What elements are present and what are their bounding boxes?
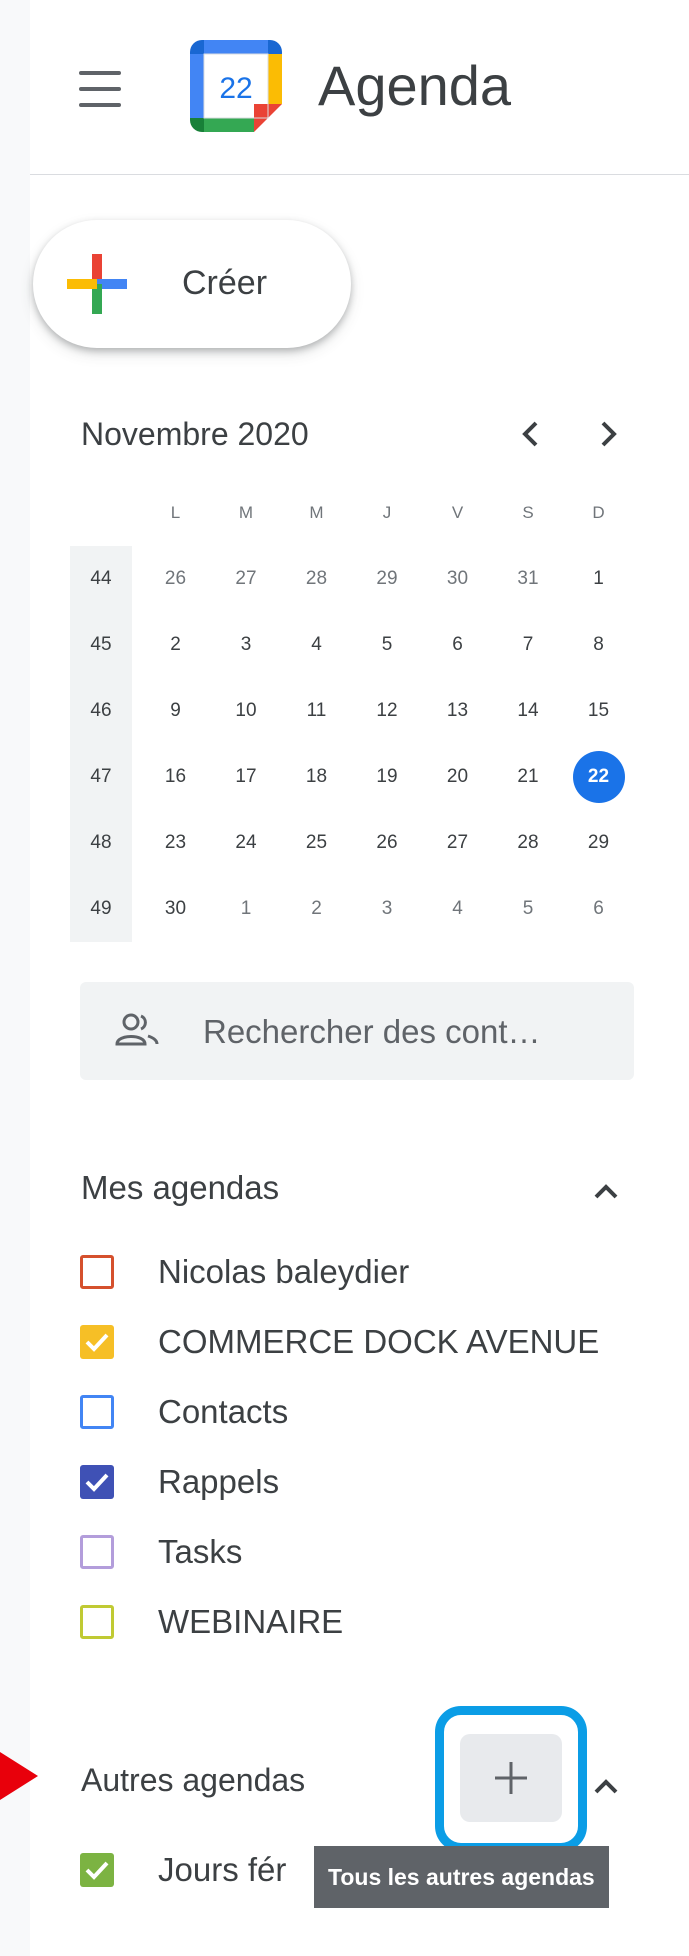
calendar-day[interactable]: 26 — [354, 810, 420, 876]
calendar-day[interactable]: 30 — [143, 876, 209, 942]
calendar-day[interactable]: 29 — [354, 546, 420, 612]
calendar-name: Tasks — [158, 1533, 243, 1570]
calendar-day[interactable]: 9 — [143, 678, 209, 744]
checkbox-checked-icon[interactable] — [80, 1465, 114, 1499]
calendar-day[interactable]: 28 — [284, 546, 350, 612]
collapse-chevron-up-icon[interactable] — [582, 1762, 630, 1810]
previous-month-chevron-icon[interactable] — [503, 406, 559, 462]
checkbox-unchecked-icon[interactable] — [80, 1605, 114, 1639]
weekday-header: V — [451, 503, 464, 522]
calendar-day[interactable]: 3 — [213, 612, 279, 678]
calendar-name: Rappels — [158, 1463, 280, 1500]
checkbox-unchecked-icon[interactable] — [80, 1255, 114, 1289]
week-number[interactable]: 48 — [70, 810, 132, 876]
calendar-name: Nicolas baleydier — [158, 1253, 410, 1290]
weekday-header: S — [522, 503, 534, 522]
multicolor-plus-icon — [67, 254, 127, 314]
weekday-header: M — [238, 503, 254, 522]
calendar-list-item[interactable]: Tasks — [80, 1527, 640, 1585]
calendar-day[interactable]: 20 — [425, 744, 491, 810]
calendar-logo-icon: 22 — [190, 40, 282, 132]
calendar-day[interactable]: 27 — [213, 546, 279, 612]
app-title: Agenda — [318, 54, 512, 117]
collapse-chevron-up-icon[interactable] — [582, 1167, 630, 1215]
my-calendars-heading: Mes agendas — [81, 1169, 280, 1206]
calendar-day[interactable]: 27 — [425, 810, 491, 876]
calendar-day[interactable]: 1 — [566, 546, 632, 612]
calendar-day[interactable]: 18 — [284, 744, 350, 810]
calendar-name: Jours fér — [158, 1851, 287, 1888]
calendar-day[interactable]: 16 — [143, 744, 209, 810]
calendar-list-item[interactable]: Rappels — [80, 1457, 640, 1515]
calendar-day[interactable]: 6 — [566, 876, 632, 942]
calendar-day[interactable]: 4 — [425, 876, 491, 942]
calendar-day[interactable]: 6 — [425, 612, 491, 678]
red-arrow-annotation-icon — [0, 1746, 42, 1806]
calendar-list-item[interactable]: WEBINAIRE — [80, 1597, 640, 1655]
contact-search-placeholder: Rechercher des cont… — [203, 1013, 541, 1050]
weekday-header: M — [309, 503, 324, 522]
mini-calendar-month-label: Novembre 2020 — [81, 416, 309, 452]
calendar-day[interactable]: 5 — [354, 612, 420, 678]
calendar-day[interactable]: 30 — [425, 546, 491, 612]
left-margin-strip — [0, 0, 30, 1956]
calendar-day[interactable]: 5 — [495, 876, 561, 942]
calendar-day[interactable]: 8 — [566, 612, 632, 678]
calendar-day[interactable]: 17 — [213, 744, 279, 810]
calendar-day[interactable]: 31 — [495, 546, 561, 612]
calendar-day[interactable]: 28 — [495, 810, 561, 876]
calendar-name: COMMERCE DOCK AVENUE — [158, 1323, 600, 1360]
calendar-list-item[interactable]: COMMERCE DOCK AVENUE — [80, 1317, 640, 1375]
calendar-day[interactable]: 3 — [354, 876, 420, 942]
checkbox-unchecked-icon[interactable] — [80, 1535, 114, 1569]
add-calendar-tooltip: Tous les autres agendas — [314, 1846, 609, 1908]
calendar-day[interactable]: 26 — [143, 546, 209, 612]
calendar-day[interactable]: 25 — [284, 810, 350, 876]
calendar-day[interactable]: 1 — [213, 876, 279, 942]
calendar-day[interactable]: 4 — [284, 612, 350, 678]
calendar-day[interactable]: 21 — [495, 744, 561, 810]
calendar-day[interactable]: 11 — [284, 678, 350, 744]
calendar-day-today[interactable]: 22 — [566, 744, 632, 810]
checkbox-checked-icon[interactable] — [80, 1325, 114, 1359]
people-icon — [115, 1013, 159, 1046]
calendar-name: WEBINAIRE — [158, 1603, 344, 1640]
week-number[interactable]: 45 — [70, 612, 132, 678]
checkbox-checked-icon[interactable] — [80, 1853, 114, 1887]
calendar-day[interactable]: 10 — [213, 678, 279, 744]
calendar-name: Contacts — [158, 1393, 289, 1430]
hamburger-menu-icon[interactable] — [30, 44, 170, 134]
create-button-label: Créer — [182, 264, 268, 302]
calendar-day[interactable]: 19 — [354, 744, 420, 810]
calendar-list-item[interactable]: Nicolas baleydier — [80, 1247, 640, 1305]
add-other-calendar-button[interactable] — [460, 1734, 562, 1822]
calendar-day[interactable]: 14 — [495, 678, 561, 744]
week-number[interactable]: 47 — [70, 744, 132, 810]
other-calendars-heading: Autres agendas — [81, 1762, 306, 1798]
next-month-chevron-icon[interactable] — [580, 406, 636, 462]
calendar-day[interactable]: 7 — [495, 612, 561, 678]
weekday-header: L — [170, 503, 181, 522]
calendar-day[interactable]: 29 — [566, 810, 632, 876]
calendar-day[interactable]: 13 — [425, 678, 491, 744]
week-number[interactable]: 46 — [70, 678, 132, 744]
weekday-header: J — [382, 503, 392, 522]
plus-icon — [495, 1762, 527, 1794]
calendar-day[interactable]: 15 — [566, 678, 632, 744]
calendar-day[interactable]: 2 — [143, 612, 209, 678]
calendar-list-item[interactable]: Contacts — [80, 1387, 640, 1445]
week-number[interactable]: 49 — [70, 876, 132, 942]
week-number[interactable]: 44 — [70, 546, 132, 612]
checkbox-unchecked-icon[interactable] — [80, 1395, 114, 1429]
calendar-day[interactable]: 23 — [143, 810, 209, 876]
calendar-day[interactable]: 24 — [213, 810, 279, 876]
calendar-day[interactable]: 12 — [354, 678, 420, 744]
calendar-day[interactable]: 2 — [284, 876, 350, 942]
weekday-header: D — [592, 503, 605, 522]
logo-day-number: 22 — [219, 72, 252, 105]
